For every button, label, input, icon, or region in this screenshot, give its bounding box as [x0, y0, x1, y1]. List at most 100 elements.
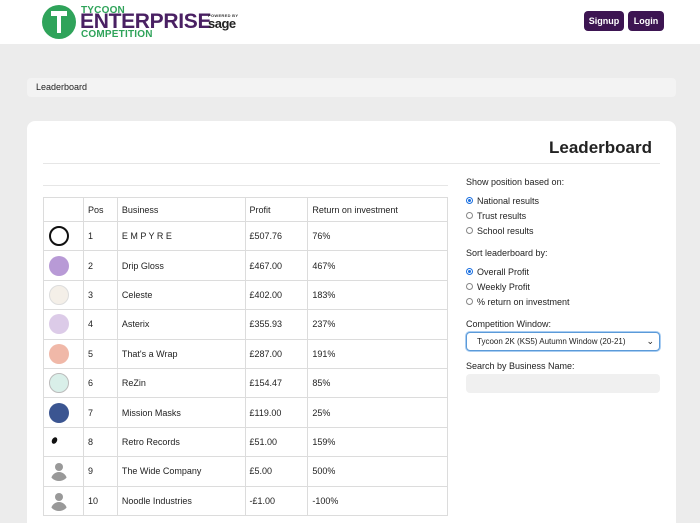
- table-row[interactable]: 9 The Wide Company £5.00 500%: [43, 456, 448, 487]
- profit-cell: £287.00: [244, 338, 309, 369]
- logo-cell: [43, 426, 84, 458]
- table-row[interactable]: 2 Drip Gloss £467.00 467%: [43, 250, 448, 281]
- radio-selected-icon[interactable]: [466, 197, 473, 204]
- table-row[interactable]: 7 Mission Masks £119.00 25%: [43, 397, 448, 428]
- table-row[interactable]: 10 Noodle Industries -£1.00 -100%: [43, 485, 448, 516]
- logo-t-glyph: [51, 11, 67, 33]
- logo-cell: [43, 397, 84, 428]
- login-button[interactable]: Login: [628, 11, 664, 31]
- competition-window-select[interactable]: Tycoon 2K (KS5) Autumn Window (20-21) ⌄: [466, 332, 660, 351]
- radio-school-results[interactable]: School results: [466, 226, 576, 238]
- business-cell: Asterix: [116, 309, 246, 340]
- pos-cell: 8: [82, 426, 118, 458]
- sort-label: Sort leaderboard by:: [466, 248, 548, 258]
- col-pos-header: Pos: [82, 197, 118, 222]
- pos-cell: 1: [82, 220, 118, 252]
- pos-cell: 3: [82, 279, 118, 311]
- window-label: Competition Window:: [466, 319, 552, 329]
- retro-records-logo-icon: [49, 431, 69, 452]
- roi-cell: 85%: [307, 367, 448, 399]
- top-navbar: TYCOON ENTERPRISE COMPETITION POWERED BY…: [0, 0, 700, 44]
- profit-cell: £154.47: [244, 367, 309, 399]
- radio-label: % return on investment: [477, 297, 570, 307]
- profit-cell: -£1.00: [244, 485, 309, 516]
- pos-cell: 7: [82, 397, 118, 428]
- brand-bottom-text: COMPETITION: [81, 29, 153, 40]
- table-header-row: Pos Business Profit Return on investment: [43, 197, 448, 222]
- business-cell: Noodle Industries: [116, 485, 246, 516]
- logo-cell: [43, 250, 84, 281]
- radio-label: National results: [477, 196, 540, 206]
- logo-cell: [43, 279, 84, 311]
- radio-trust-results[interactable]: Trust results: [466, 211, 576, 223]
- default-person-icon: [49, 461, 69, 482]
- default-person-icon: [49, 490, 69, 511]
- col-logo-header: [43, 197, 84, 222]
- celeste-logo-icon: [49, 284, 69, 305]
- table-row[interactable]: 1 E M P Y R E £507.76 76%: [43, 220, 448, 252]
- pos-cell: 2: [82, 250, 118, 281]
- radio-national-results[interactable]: National results: [466, 196, 576, 208]
- profit-cell: £402.00: [244, 279, 309, 311]
- rezin-logo-icon: [49, 373, 69, 394]
- position-label: Show position based on:: [466, 177, 565, 187]
- radio-roi[interactable]: % return on investment: [466, 297, 576, 309]
- radio-unselected-icon[interactable]: [466, 212, 473, 219]
- roi-cell: 191%: [307, 338, 448, 369]
- radio-label: Weekly Profit: [477, 282, 530, 292]
- radio-unselected-icon[interactable]: [466, 227, 473, 234]
- signup-button[interactable]: Signup: [584, 11, 624, 31]
- roi-cell: 467%: [307, 250, 448, 281]
- sage-logo: sage: [208, 16, 236, 31]
- pos-cell: 9: [82, 456, 118, 487]
- business-cell: Retro Records: [116, 426, 246, 458]
- radio-label: School results: [477, 226, 534, 236]
- drip-gloss-logo-icon: [49, 255, 69, 276]
- pos-cell: 6: [82, 367, 118, 399]
- breadcrumb: Leaderboard: [27, 78, 676, 97]
- logo-cell: [43, 456, 84, 487]
- logo-cell: [43, 338, 84, 369]
- roi-cell: 183%: [307, 279, 448, 311]
- empyre-logo-icon: [49, 226, 69, 247]
- thats-a-wrap-logo-icon: [49, 343, 69, 364]
- logo-cell: [43, 309, 84, 340]
- pos-cell: 4: [82, 309, 118, 340]
- radio-unselected-icon[interactable]: [466, 283, 473, 290]
- business-cell: Mission Masks: [116, 397, 246, 428]
- search-input[interactable]: [466, 374, 660, 393]
- search-label: Search by Business Name:: [466, 361, 575, 371]
- chevron-down-icon: ⌄: [646, 336, 654, 346]
- roi-cell: 237%: [307, 309, 448, 340]
- logo-cell: [43, 220, 84, 252]
- table-row[interactable]: 8 Retro Records £51.00 159%: [43, 426, 448, 458]
- profit-cell: £467.00: [244, 250, 309, 281]
- radio-unselected-icon[interactable]: [466, 298, 473, 305]
- logo-cell: [43, 367, 84, 399]
- radio-weekly-profit[interactable]: Weekly Profit: [466, 282, 576, 294]
- radio-label: Overall Profit: [477, 267, 530, 277]
- roi-cell: 76%: [307, 220, 448, 252]
- business-cell: The Wide Company: [116, 456, 246, 487]
- table-row[interactable]: 3 Celeste £402.00 183%: [43, 279, 448, 311]
- business-cell: E M P Y R E: [116, 220, 246, 252]
- pos-cell: 5: [82, 338, 118, 369]
- business-cell: Drip Gloss: [116, 250, 246, 281]
- title-divider: [43, 163, 660, 164]
- table-row[interactable]: 5 That's a Wrap £287.00 191%: [43, 338, 448, 369]
- profit-cell: £355.93: [244, 309, 309, 340]
- table-row[interactable]: 6 ReZin £154.47 85%: [43, 367, 448, 399]
- tycoon-logo-icon[interactable]: [42, 5, 76, 39]
- logo-cell: [43, 485, 84, 516]
- col-business-header: Business: [116, 197, 246, 222]
- table-row[interactable]: 4 Asterix £355.93 237%: [43, 309, 448, 340]
- table-divider: [43, 185, 448, 186]
- radio-selected-icon[interactable]: [466, 268, 473, 275]
- roi-cell: 25%: [307, 397, 448, 428]
- radio-overall-profit[interactable]: Overall Profit: [466, 267, 576, 279]
- business-cell: ReZin: [116, 367, 246, 399]
- breadcrumb-item-leaderboard[interactable]: Leaderboard: [36, 82, 87, 92]
- pos-cell: 10: [82, 485, 118, 516]
- profit-cell: £5.00: [244, 456, 309, 487]
- mission-masks-logo-icon: [49, 402, 69, 423]
